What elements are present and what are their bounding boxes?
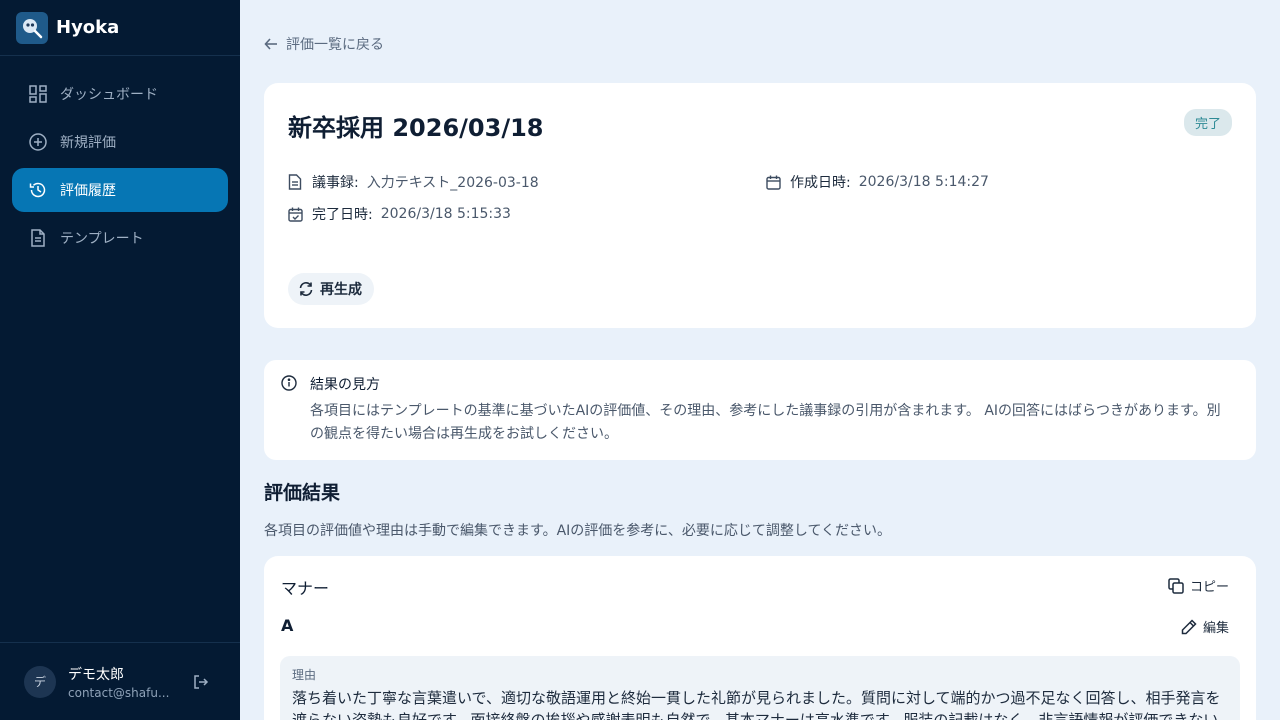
edit-button[interactable]: 編集 [1181, 617, 1229, 636]
document-icon [28, 228, 48, 248]
sidebar-item-label: 評価履歴 [60, 183, 116, 199]
created-meta: 作成日時: 2026/3/18 5:14:27 [766, 172, 989, 192]
calendar-icon [766, 174, 782, 190]
history-icon [28, 180, 48, 200]
copy-button[interactable]: コピー [1168, 576, 1229, 595]
completed-label: 完了日時: [312, 207, 373, 223]
plus-circle-icon [28, 132, 48, 152]
evaluation-summary-card: 新卒採用 2026/03/18 完了 議事録: 入力テキスト_2026-03-1… [264, 83, 1256, 328]
sidebar-item-label: ダッシュボード [60, 87, 158, 103]
calendar-check-icon [288, 206, 304, 222]
logout-icon[interactable] [192, 673, 210, 691]
regenerate-label: 再生成 [320, 282, 362, 298]
results-description: 各項目の評価値や理由は手動で編集できます。AIの評価を参考に、必要に応じて調整し… [264, 523, 892, 539]
sidebar-item-label: テンプレート [60, 231, 144, 247]
arrow-left-icon [264, 36, 280, 52]
created-value: 2026/3/18 5:14:27 [858, 174, 989, 190]
info-title: 結果の見方 [310, 377, 380, 393]
user-name: デモ太郎 [68, 666, 124, 683]
criterion-name: マナー [281, 579, 330, 598]
app-name: Hyoka [56, 17, 120, 38]
grade-value: A [281, 616, 294, 635]
copy-label: コピー [1189, 580, 1229, 595]
user-info: デモ太郎 contact@shafu... [68, 664, 180, 700]
brand: Hyoka [0, 0, 240, 56]
sidebar-item-templates[interactable]: テンプレート [12, 216, 228, 260]
completed-value: 2026/3/18 5:15:33 [380, 206, 511, 222]
reason-box: 理由 落ち着いた丁寧な言葉遣いで、適切な敬語運用と終始一貫した礼節が見られました… [280, 656, 1240, 720]
app-logo-icon[interactable] [16, 11, 48, 44]
created-label: 作成日時: [790, 175, 851, 191]
completed-meta: 完了日時: 2026/3/18 5:15:33 [288, 204, 511, 224]
reason-text: 落ち着いた丁寧な言葉遣いで、適切な敬語運用と終始一貫した礼節が見られました。質問… [292, 689, 1221, 720]
reason-label: 理由 [292, 668, 317, 682]
user-email: contact@shafu... [68, 685, 170, 700]
minutes-meta: 議事録: 入力テキスト_2026-03-18 [288, 172, 539, 192]
results-title: 評価結果 [264, 482, 341, 504]
info-panel: 結果の見方 各項目にはテンプレートの基準に基づいたAIの評価値、その理由、参考に… [264, 360, 1256, 460]
back-link[interactable]: 評価一覧に戻る [264, 34, 384, 54]
sidebar-nav: ダッシュボード 新規評価 評価履歴 テンプレート [0, 56, 240, 260]
minutes-label: 議事録: [312, 175, 359, 191]
avatar: デ [24, 665, 56, 698]
sidebar-item-new-evaluation[interactable]: 新規評価 [12, 120, 228, 164]
copy-icon [1168, 577, 1184, 594]
user-panel: デ デモ太郎 contact@shafu... [0, 642, 240, 720]
pencil-icon [1181, 618, 1197, 635]
sidebar-item-label: 新規評価 [60, 135, 116, 151]
back-link-label: 評価一覧に戻る [286, 37, 384, 53]
regenerate-button[interactable]: 再生成 [288, 273, 374, 305]
file-icon [288, 174, 304, 190]
edit-label: 編集 [1202, 621, 1229, 636]
sidebar-item-dashboard[interactable]: ダッシュボード [12, 72, 228, 116]
result-card: マナー コピー A 編集 理由 落ち着いた丁寧な言葉遣いで、適切な敬語運用と終始… [264, 556, 1256, 720]
page-title: 新卒採用 2026/03/18 [288, 114, 544, 142]
refresh-icon [298, 281, 314, 297]
sidebar: Hyoka ダッシュボード 新規評価 評価履歴 テンプレート デ デモ太郎 co… [0, 0, 240, 720]
status-badge: 完了 [1183, 109, 1232, 136]
sidebar-item-history[interactable]: 評価履歴 [12, 168, 228, 212]
dashboard-icon [28, 84, 48, 104]
main-content: 評価一覧に戻る 新卒採用 2026/03/18 完了 議事録: 入力テキスト_2… [264, 0, 1256, 720]
info-icon [281, 375, 297, 391]
info-body: 各項目にはテンプレートの基準に基づいたAIの評価値、その理由、参考にした議事録の… [310, 403, 1221, 442]
minutes-value: 入力テキスト_2026-03-18 [366, 175, 539, 191]
